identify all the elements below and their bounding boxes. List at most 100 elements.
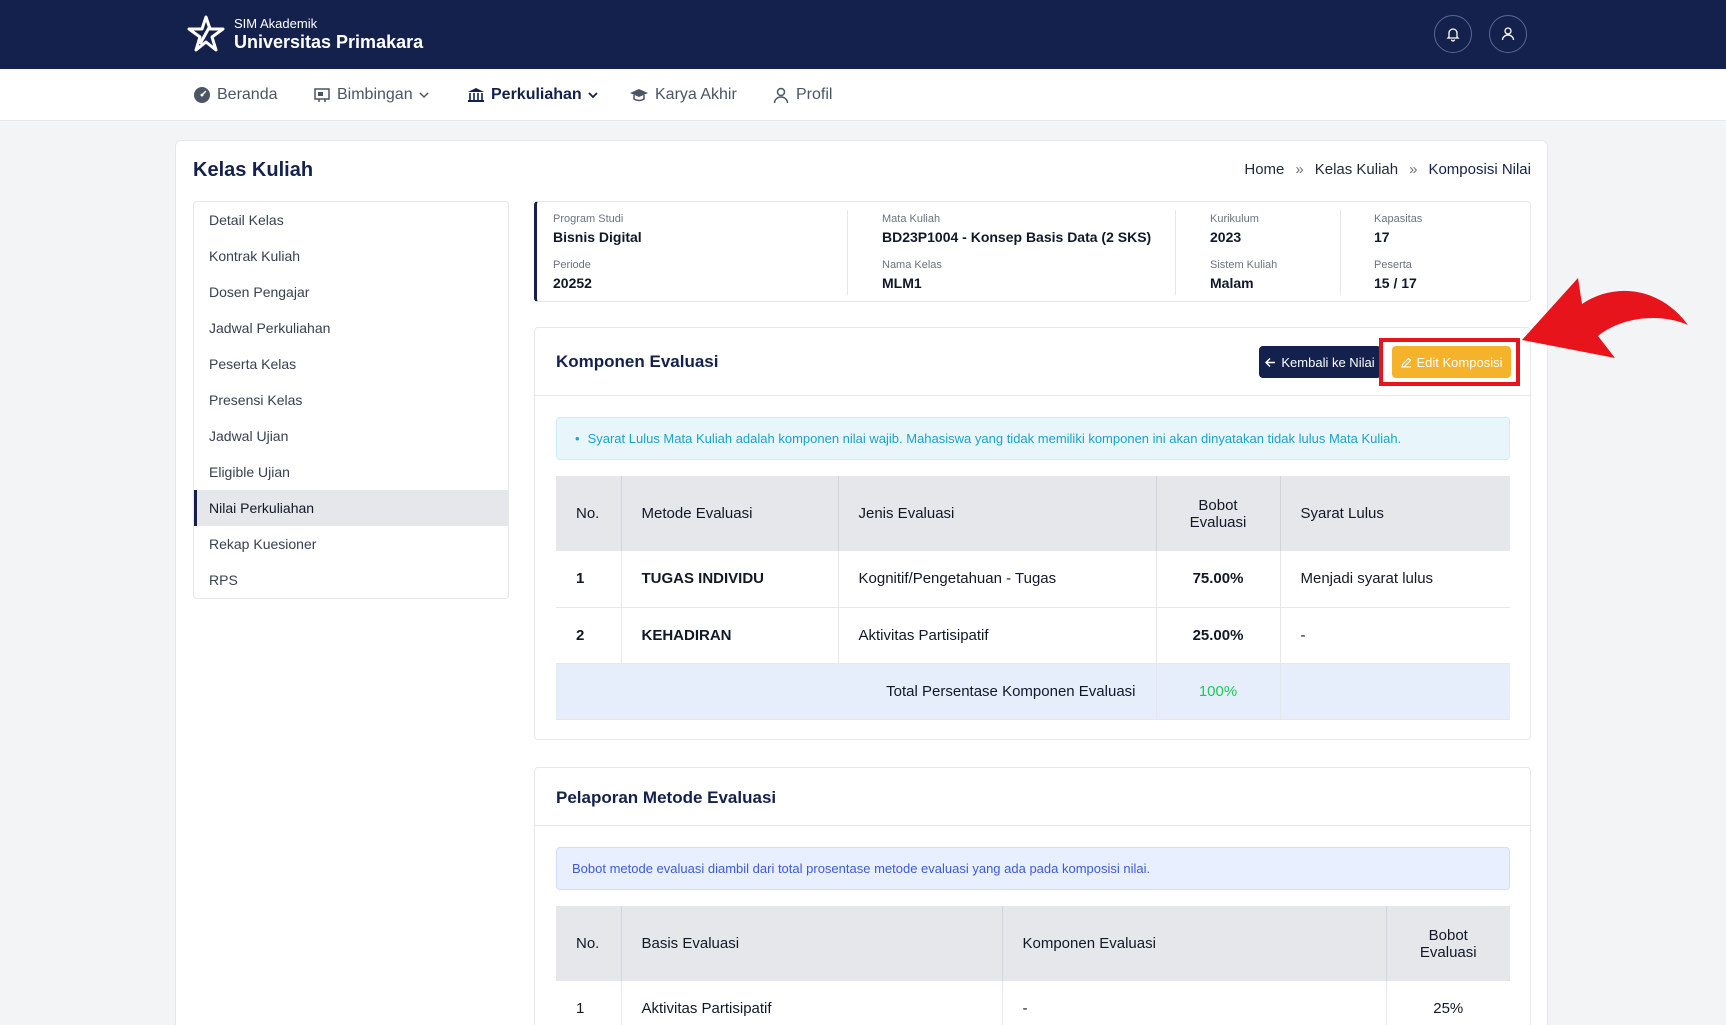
sidebar-item-jadwal-ujian[interactable]: Jadwal Ujian: [194, 418, 508, 454]
presentation-icon: [314, 88, 330, 102]
pelaporan-table: No. Basis Evaluasi Komponen Evaluasi Bob…: [556, 906, 1510, 1025]
info-value: BD23P1004 - Konsep Basis Data (2 SKS): [882, 229, 1152, 245]
info-label: Periode: [553, 259, 591, 271]
komponen-table: No. Metode Evaluasi Jenis Evaluasi Bobot…: [556, 476, 1510, 720]
info-alert: Bobot metode evaluasi diambil dari total…: [556, 847, 1510, 890]
info-label: Kurikulum: [1210, 213, 1259, 225]
breadcrumb-current: Komposisi Nilai: [1428, 161, 1531, 178]
info-nama-kelas: Nama Kelas MLM1: [882, 258, 942, 291]
col-bobot: Bobot Evaluasi: [1386, 906, 1510, 981]
breadcrumb-separator: »: [1295, 161, 1304, 178]
sidebar-item-dosen-pengajar[interactable]: Dosen Pengajar: [194, 274, 508, 310]
alert-text: Bobot metode evaluasi diambil dari total…: [572, 861, 1151, 876]
sidebar-item-kontrak-kuliah[interactable]: Kontrak Kuliah: [194, 238, 508, 274]
info-kapasitas: Kapasitas 17: [1374, 212, 1422, 245]
panel-title: Pelaporan Metode Evaluasi: [556, 788, 777, 807]
sidebar-item-jadwal-perkuliahan[interactable]: Jadwal Perkuliahan: [194, 310, 508, 346]
info-kurikulum: Kurikulum 2023: [1210, 212, 1259, 245]
col-komponen: Komponen Evaluasi: [1002, 906, 1387, 981]
breadcrumb-home[interactable]: Home: [1244, 161, 1284, 178]
main-nav: Beranda Bimbingan Perkuliahan Karya Akhi…: [0, 69, 1726, 121]
col-bobot-line2: Evaluasi: [1189, 513, 1247, 531]
sidebar-item-rps[interactable]: RPS: [194, 562, 508, 598]
panel-title: Komponen Evaluasi: [556, 352, 719, 371]
col-basis: Basis Evaluasi: [621, 906, 1003, 981]
sidebar-item-eligible-ujian[interactable]: Eligible Ujian: [194, 454, 508, 490]
total-value: 100%: [1156, 663, 1281, 720]
info-label: Sistem Kuliah: [1210, 259, 1278, 271]
info-value: Bisnis Digital: [553, 229, 642, 245]
cell-basis: Aktivitas Partisipatif: [621, 981, 1003, 1025]
sidebar-item-nilai-perkuliahan[interactable]: Nilai Perkuliahan: [194, 490, 508, 526]
dashboard-icon: [194, 87, 210, 103]
cell-bobot: 25%: [1386, 981, 1510, 1025]
info-program-studi: Program Studi Bisnis Digital: [553, 212, 642, 245]
cell-jenis: Aktivitas Partisipatif: [838, 607, 1157, 664]
info-label: Nama Kelas: [882, 259, 942, 271]
cell-bobot: 25.00%: [1156, 607, 1281, 664]
user-icon: [1501, 27, 1515, 41]
breadcrumb: Home » Kelas Kuliah » Komposisi Nilai: [1244, 161, 1531, 178]
top-header: SIM Akademik Universitas Primakara: [0, 0, 1726, 69]
col-bobot-line2: Evaluasi: [1419, 943, 1477, 961]
nav-perkuliahan[interactable]: Perkuliahan: [467, 69, 598, 121]
alert-text: Syarat Lulus Mata Kuliah adalah komponen…: [587, 431, 1402, 446]
cell-no: 1: [556, 981, 622, 1025]
app-title: Universitas Primakara: [234, 31, 424, 52]
nav-bimbingan[interactable]: Bimbingan: [313, 69, 429, 121]
info-alert: • Syarat Lulus Mata Kuliah adalah kompon…: [556, 417, 1510, 460]
nav-label: Profil: [796, 86, 833, 103]
sidebar-item-detail-kelas[interactable]: Detail Kelas: [194, 202, 508, 238]
info-label: Peserta: [1374, 259, 1412, 271]
back-to-grades-button[interactable]: Kembali ke Nilai: [1259, 346, 1381, 378]
col-no: No.: [556, 906, 622, 981]
arrow-left-icon: [1265, 357, 1276, 367]
info-label: Kapasitas: [1374, 213, 1423, 225]
notification-button[interactable]: [1434, 15, 1472, 53]
button-label: Kembali ke Nilai: [1281, 354, 1375, 370]
breadcrumb-kelas-kuliah[interactable]: Kelas Kuliah: [1315, 161, 1398, 178]
breadcrumb-separator: »: [1409, 161, 1418, 178]
user-icon: [773, 87, 789, 104]
nav-label: Bimbingan: [337, 86, 413, 103]
brand[interactable]: SIM Akademik Universitas Primakara: [186, 14, 423, 54]
divider: [847, 210, 848, 295]
total-empty: [1280, 663, 1510, 720]
page-title: Kelas Kuliah: [193, 159, 314, 181]
user-menu-button[interactable]: [1489, 15, 1527, 53]
info-peserta: Peserta 15 / 17: [1374, 258, 1417, 291]
red-arrow-annotation-icon: [1522, 278, 1688, 358]
col-metode: Metode Evaluasi: [621, 476, 839, 551]
chevron-down-icon: [588, 92, 598, 99]
cell-no: 1: [556, 551, 622, 608]
nav-label: Beranda: [217, 86, 278, 103]
cell-no: 2: [556, 607, 622, 664]
cell-jenis: Kognitif/Pengetahuan - Tugas: [838, 551, 1157, 608]
sidebar-item-peserta-kelas[interactable]: Peserta Kelas: [194, 346, 508, 382]
sidebar-item-rekap-kuesioner[interactable]: Rekap Kuesioner: [194, 526, 508, 562]
cell-syarat: -: [1280, 607, 1510, 664]
info-value: Malam: [1210, 275, 1254, 291]
nav-beranda[interactable]: Beranda: [193, 69, 278, 121]
class-info-box: Program Studi Bisnis Digital Periode 202…: [534, 201, 1531, 302]
table-row: 1 TUGAS INDIVIDU Kognitif/Pengetahuan - …: [556, 551, 1510, 608]
graduation-cap-icon: [630, 89, 648, 102]
cell-syarat: Menjadi syarat lulus: [1280, 551, 1510, 608]
info-label: Mata Kuliah: [882, 213, 941, 225]
panel-header: Pelaporan Metode Evaluasi: [535, 768, 1530, 826]
nav-profil[interactable]: Profil: [772, 69, 832, 121]
sidebar-item-presensi-kelas[interactable]: Presensi Kelas: [194, 382, 508, 418]
nav-karya-akhir[interactable]: Karya Akhir: [629, 69, 737, 121]
university-icon: [468, 88, 484, 102]
info-value: 17: [1374, 229, 1390, 245]
col-jenis: Jenis Evaluasi: [838, 476, 1157, 551]
info-mata-kuliah: Mata Kuliah BD23P1004 - Konsep Basis Dat…: [882, 212, 1151, 245]
info-value: 20252: [553, 275, 592, 291]
pelaporan-panel: Pelaporan Metode Evaluasi Bobot metode e…: [534, 767, 1531, 1025]
cell-metode: KEHADIRAN: [621, 607, 839, 664]
divider: [1340, 210, 1341, 295]
col-no: No.: [556, 476, 622, 551]
bell-icon: [1446, 28, 1460, 42]
total-row: Total Persentase Komponen Evaluasi 100%: [556, 663, 1510, 720]
info-value: 15 / 17: [1374, 275, 1417, 291]
